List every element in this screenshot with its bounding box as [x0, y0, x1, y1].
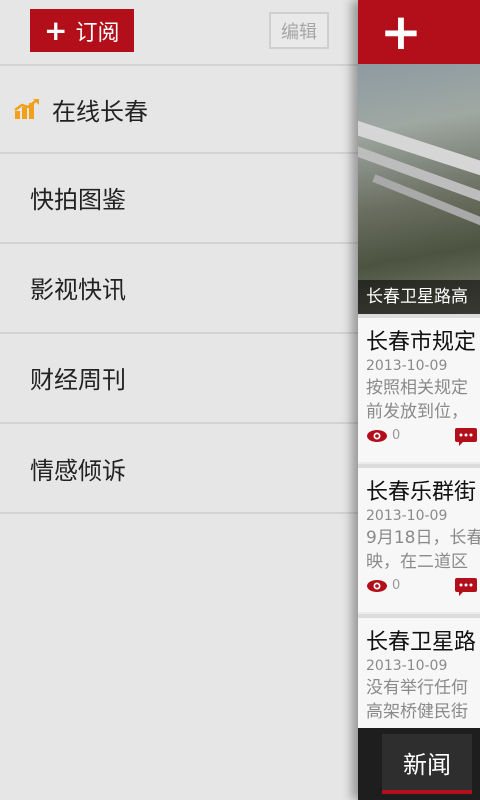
- chart-icon: [14, 99, 39, 119]
- summary-line: 映，在二道区: [366, 552, 468, 572]
- summary-line: 高架桥健民街: [366, 702, 468, 722]
- drawer-item-film-news[interactable]: 影视快讯: [0, 242, 360, 330]
- news-summary: 9月18日，长春 映，在二道区: [366, 526, 480, 574]
- summary-line: 没有举行任何: [366, 678, 468, 698]
- comment-icon[interactable]: [454, 577, 478, 597]
- hero-caption: 长春卫星路高: [358, 280, 480, 314]
- comment-icon[interactable]: [454, 427, 478, 447]
- news-title: 长春卫星路: [366, 630, 477, 655]
- drawer-item-online-changchun[interactable]: 在线长春: [0, 64, 360, 152]
- news-title: 长春乐群街: [366, 480, 477, 505]
- view-count: 0: [366, 428, 400, 443]
- drawer-item-label: 情感倾诉: [30, 456, 126, 485]
- news-card[interactable]: 长春市规定 2013-10-09 按照相关规定 前发放到位， 0: [358, 314, 480, 462]
- drawer-item-label: 财经周刊: [30, 365, 126, 394]
- view-count-value: 0: [392, 428, 401, 443]
- drawer-item-label: 影视快讯: [30, 275, 126, 304]
- add-icon[interactable]: +: [380, 7, 422, 57]
- news-date: 2013-10-09: [366, 358, 448, 374]
- content-panel[interactable]: + 长春卫星路高 长春市规定 2013-10-09 按照相关规定 前发放到位， …: [358, 0, 480, 800]
- summary-line: 9月18日，长春: [366, 528, 480, 548]
- news-title: 长春市规定: [366, 330, 477, 355]
- bottom-tab-bar: 新闻: [358, 728, 480, 800]
- hero-image[interactable]: 长春卫星路高: [358, 64, 480, 314]
- summary-line: 按照相关规定: [366, 378, 468, 398]
- edit-button[interactable]: 编辑: [269, 12, 329, 49]
- news-card[interactable]: 长春乐群街 2013-10-09 9月18日，长春 映，在二道区 0: [358, 464, 480, 612]
- subscribe-label: 订阅: [75, 20, 120, 46]
- plus-icon: +: [44, 13, 68, 47]
- news-date: 2013-10-09: [366, 658, 448, 674]
- subscribe-button[interactable]: + 订阅: [30, 9, 134, 52]
- drawer-item-snapshot[interactable]: 快拍图鉴: [0, 152, 360, 240]
- view-count-value: 0: [392, 578, 401, 593]
- drawer-item-finance-weekly[interactable]: 财经周刊: [0, 332, 360, 420]
- news-date: 2013-10-09: [366, 508, 448, 524]
- content-header: +: [358, 0, 480, 64]
- drawer-item-label: 快拍图鉴: [30, 185, 126, 214]
- drawer-header: + 订阅 编辑: [0, 0, 360, 64]
- navigation-drawer: + 订阅 编辑 在线长春 快拍图鉴 影视快讯 财经周刊 情感倾诉: [0, 0, 360, 800]
- summary-line: 前发放到位，: [366, 402, 468, 422]
- view-count: 0: [366, 578, 400, 593]
- drawer-item-emotion[interactable]: 情感倾诉: [0, 422, 360, 514]
- drawer-item-label: 在线长春: [52, 97, 148, 126]
- eye-icon: [367, 429, 387, 442]
- news-summary: 按照相关规定 前发放到位，: [366, 376, 468, 424]
- news-summary: 没有举行任何 高架桥健民街: [366, 676, 468, 724]
- eye-icon: [367, 579, 387, 592]
- tab-news[interactable]: 新闻: [382, 734, 472, 794]
